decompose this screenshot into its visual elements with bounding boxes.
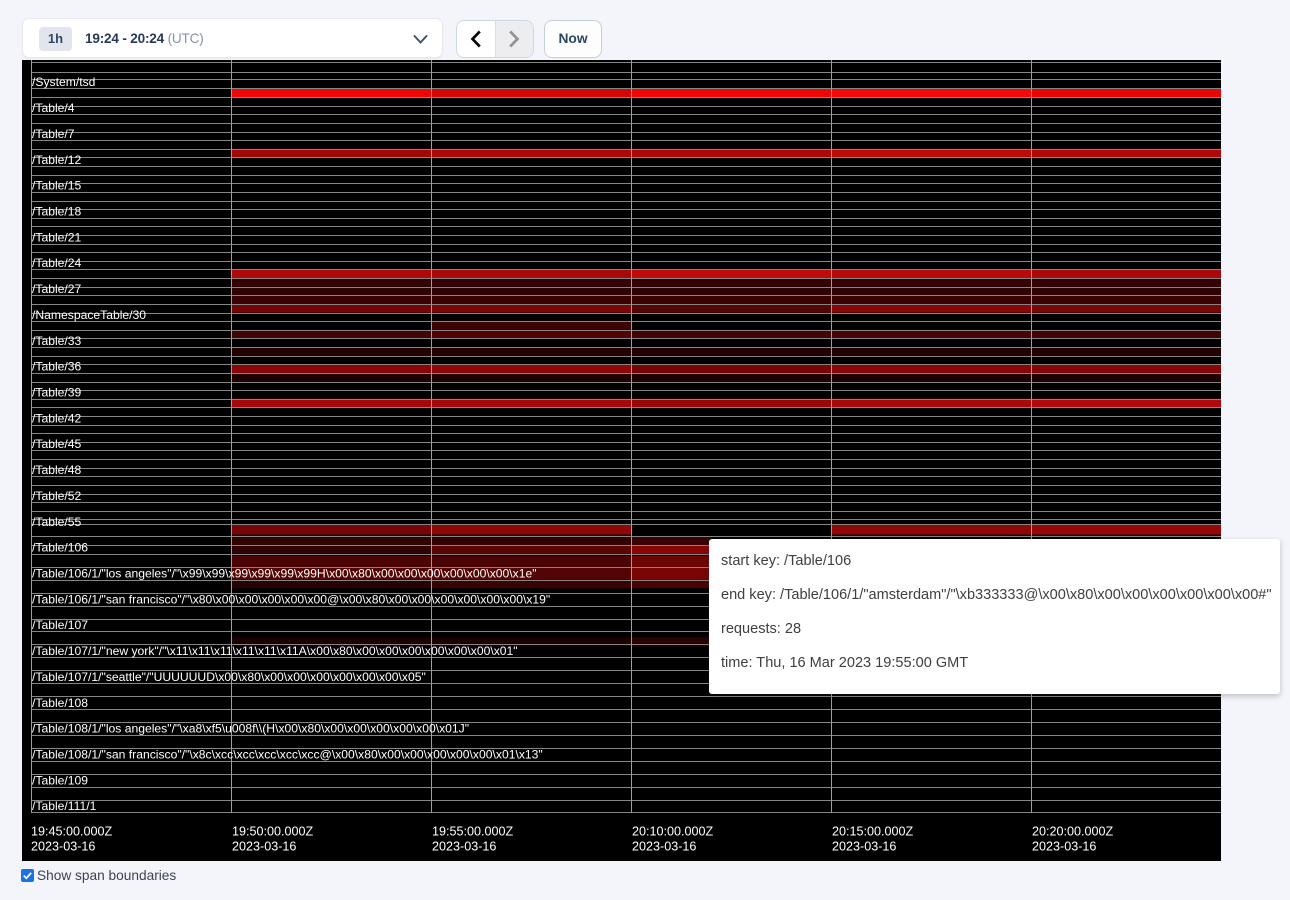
svg-text:/Table/33: /Table/33 (32, 334, 82, 348)
svg-text:/Table/27: /Table/27 (32, 282, 82, 296)
svg-text:/Table/21: /Table/21 (32, 230, 82, 244)
svg-text:2023-03-16: 2023-03-16 (432, 840, 496, 854)
svg-text:2023-03-16: 2023-03-16 (1032, 840, 1096, 854)
svg-text:/Table/108/1/"san francisco"/": /Table/108/1/"san francisco"/"\x8c\xcc\x… (32, 748, 543, 762)
svg-text:/Table/7: /Table/7 (32, 127, 75, 141)
svg-text:/Table/52: /Table/52 (32, 489, 82, 503)
svg-text:/Table/4: /Table/4 (32, 101, 75, 115)
svg-text:/Table/108/1/"los angeles"/"\x: /Table/108/1/"los angeles"/"\xa8\xf5\u00… (32, 722, 469, 736)
svg-text:19:55:00.000Z: 19:55:00.000Z (432, 825, 514, 839)
svg-text:2023-03-16: 2023-03-16 (632, 840, 696, 854)
svg-text:/Table/45: /Table/45 (32, 437, 82, 451)
svg-text:/Table/107/1/"new york"/"\x11\: /Table/107/1/"new york"/"\x11\x11\x11\x1… (32, 644, 518, 658)
svg-text:/Table/42: /Table/42 (32, 411, 82, 425)
svg-text:2023-03-16: 2023-03-16 (832, 840, 896, 854)
svg-text:20:20:00.000Z: 20:20:00.000Z (1032, 825, 1114, 839)
svg-text:/Table/48: /Table/48 (32, 463, 82, 477)
svg-text:/NamespaceTable/30: /NamespaceTable/30 (32, 308, 146, 322)
svg-text:/Table/106: /Table/106 (32, 541, 88, 555)
svg-text:/Table/18: /Table/18 (32, 205, 82, 219)
svg-text:2023-03-16: 2023-03-16 (232, 840, 296, 854)
svg-text:/Table/111/1: /Table/111/1 (32, 799, 97, 813)
svg-text:/Table/15: /Table/15 (32, 179, 82, 193)
svg-text:/Table/24: /Table/24 (32, 256, 82, 270)
svg-text:/Table/107/1/"seattle"/"UUUUUU: /Table/107/1/"seattle"/"UUUUUUD\x00\x80\… (32, 670, 426, 684)
svg-text:2023-03-16: 2023-03-16 (31, 840, 95, 854)
svg-text:/Table/12: /Table/12 (32, 153, 82, 167)
svg-text:19:45:00.000Z: 19:45:00.000Z (31, 825, 113, 839)
svg-text:20:15:00.000Z: 20:15:00.000Z (832, 825, 914, 839)
svg-text:20:10:00.000Z: 20:10:00.000Z (632, 825, 714, 839)
svg-text:/Table/106/1/"los angeles"/"\x: /Table/106/1/"los angeles"/"\x99\x99\x99… (32, 567, 537, 581)
svg-text:/Table/109: /Table/109 (32, 773, 88, 787)
svg-text:/Table/107: /Table/107 (32, 618, 88, 632)
svg-text:/Table/108: /Table/108 (32, 696, 88, 710)
svg-text:/Table/55: /Table/55 (32, 515, 82, 529)
svg-text:/Table/39: /Table/39 (32, 386, 82, 400)
svg-text:/Table/106/1/"san francisco"/": /Table/106/1/"san francisco"/"\x80\x00\x… (32, 592, 550, 606)
svg-text:/System/tsd: /System/tsd (32, 75, 95, 89)
svg-text:/Table/36: /Table/36 (32, 360, 82, 374)
svg-text:19:50:00.000Z: 19:50:00.000Z (232, 825, 314, 839)
